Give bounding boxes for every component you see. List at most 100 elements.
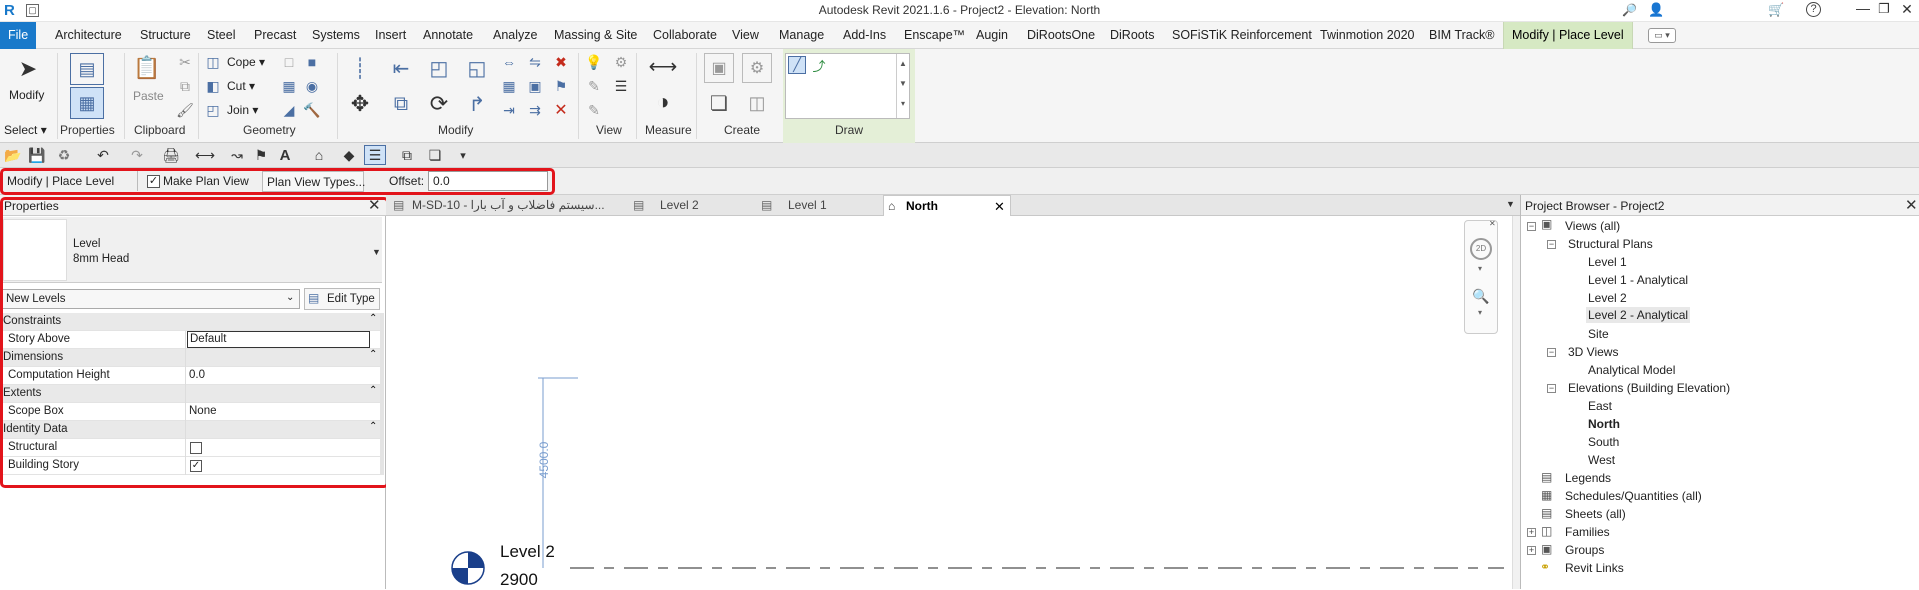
- create-similar-icon[interactable]: ❏: [704, 87, 734, 119]
- cart-icon[interactable]: 🛒: [1768, 2, 1784, 18]
- paint-icon[interactable]: ◉: [303, 77, 321, 95]
- expand-families-toggle[interactable]: +: [1527, 528, 1536, 537]
- dimension-text[interactable]: 4500.0: [537, 435, 551, 485]
- unjoin-icon[interactable]: □: [280, 53, 298, 71]
- trim-extend-corner-icon[interactable]: ↱: [461, 89, 493, 119]
- cope-button[interactable]: Cope ▾: [227, 55, 265, 69]
- view-tab-level-2[interactable]: ▤ Level 2: [630, 195, 750, 216]
- 3d-view-icon[interactable]: ⌂: [306, 146, 332, 164]
- tree-legends[interactable]: Legends: [1565, 471, 1611, 485]
- tree-sheets[interactable]: Sheets (all): [1565, 507, 1626, 521]
- tab-manage[interactable]: Manage: [779, 22, 824, 49]
- tab-systems[interactable]: Systems: [312, 22, 360, 49]
- print-icon[interactable]: 🖨: [162, 146, 180, 164]
- trim-extend-single-icon[interactable]: ⇥: [500, 101, 518, 119]
- override-graphics-icon[interactable]: ⚙: [612, 53, 630, 71]
- undo-icon[interactable]: ↶: [92, 146, 114, 164]
- tab-view[interactable]: View: [732, 22, 759, 49]
- cut-geometry-icon[interactable]: ◧: [204, 77, 222, 95]
- level-name-label[interactable]: Level 2: [500, 542, 555, 562]
- ribbon-display-toggle-icon[interactable]: ▭ ▾: [1648, 28, 1676, 43]
- tree-revit-links[interactable]: Revit Links: [1565, 561, 1624, 575]
- cut-profile-icon[interactable]: ✎: [585, 101, 603, 119]
- tab-collaborate[interactable]: Collaborate: [653, 22, 717, 49]
- delete-icon[interactable]: ✕: [552, 101, 570, 119]
- tree-3d-views[interactable]: 3D Views: [1568, 345, 1618, 359]
- tab-file[interactable]: File: [0, 22, 37, 49]
- select-dropdown[interactable]: Select ▾: [4, 123, 47, 137]
- create-assembly-icon[interactable]: ▣: [704, 53, 734, 83]
- tab-massing-site[interactable]: Massing & Site: [554, 22, 637, 49]
- line-draw-icon[interactable]: ╱: [788, 56, 806, 74]
- view-tab-north[interactable]: ⌂ North ✕: [883, 195, 1011, 216]
- cope-icon[interactable]: ◫: [204, 53, 222, 71]
- tab-sofistik-reinforcement[interactable]: SOFiSTiK Reinforcement: [1172, 22, 1312, 49]
- copy-element-icon[interactable]: ⧉: [385, 89, 417, 119]
- user-icon[interactable]: 👤: [1648, 2, 1664, 18]
- paste-icon[interactable]: 📋: [133, 53, 161, 83]
- tree-level-2-analytical[interactable]: Level 2 - Analytical: [1586, 307, 1691, 323]
- tab-annotate[interactable]: Annotate: [423, 22, 473, 49]
- aligned-dimension-icon[interactable]: ↝: [228, 146, 246, 164]
- tab-structure[interactable]: Structure: [140, 22, 191, 49]
- tree-analytical-model[interactable]: Analytical Model: [1588, 363, 1675, 377]
- view-tab-m-sd-10[interactable]: ▤ M-SD-10 - سیستم فاضلاب و آب بارا...: [390, 195, 622, 216]
- draw-gallery-scroll[interactable]: ▲ ▼ ▾: [896, 54, 909, 118]
- tab-precast[interactable]: Precast: [254, 22, 296, 49]
- expand-3d-views-toggle[interactable]: −: [1547, 348, 1556, 357]
- section-icon[interactable]: ◆: [340, 146, 358, 164]
- split-element-icon[interactable]: ⇔: [500, 53, 518, 71]
- modify-button[interactable]: Modify: [9, 88, 44, 102]
- switch-join-icon[interactable]: ■: [303, 53, 321, 71]
- unpin-x-icon[interactable]: ✖: [552, 53, 570, 71]
- tree-structural-plans[interactable]: Structural Plans: [1568, 237, 1653, 251]
- tab-insert[interactable]: Insert: [375, 22, 406, 49]
- thin-lines-qat-icon[interactable]: ☰: [364, 145, 386, 165]
- tree-north[interactable]: North: [1588, 417, 1620, 431]
- drawing-area[interactable]: ✕ 2D ▾ 🔍 ▾ 4500.0 Level 2 2900: [386, 216, 1520, 589]
- type-properties-icon[interactable]: ▦: [70, 87, 104, 119]
- tree-east[interactable]: East: [1588, 399, 1612, 413]
- expand-structural-plans-toggle[interactable]: −: [1547, 240, 1556, 249]
- split-gap-icon[interactable]: ⇋: [526, 53, 544, 71]
- help-icon[interactable]: ?: [1806, 2, 1821, 17]
- open-icon[interactable]: 📂: [4, 146, 22, 164]
- copy-icon[interactable]: ⧉: [176, 77, 194, 95]
- tree-families[interactable]: Families: [1565, 525, 1610, 539]
- tree-level-1[interactable]: Level 1: [1588, 255, 1627, 269]
- pin-icon[interactable]: ⚑: [552, 77, 570, 95]
- tab-analyze[interactable]: Analyze: [493, 22, 537, 49]
- tree-elevations[interactable]: Elevations (Building Elevation): [1568, 381, 1730, 395]
- tab-diroots[interactable]: DiRoots: [1110, 22, 1154, 49]
- tab-augin[interactable]: Augin: [976, 22, 1008, 49]
- create-parts-icon[interactable]: ⚙: [742, 53, 772, 83]
- paste-button[interactable]: Paste: [133, 89, 164, 103]
- hide-in-view-icon[interactable]: 💡: [585, 53, 603, 71]
- tab-overflow-icon[interactable]: ▼: [1506, 199, 1515, 209]
- tab-add-ins[interactable]: Add-Ins: [843, 22, 886, 49]
- view-tab-level-1[interactable]: ▤ Level 1: [758, 195, 878, 216]
- cut-button[interactable]: Cut ▾: [227, 79, 255, 93]
- measure-icon[interactable]: ⟷: [646, 53, 680, 79]
- tab-enscape[interactable]: Enscape™: [904, 22, 965, 49]
- save-icon[interactable]: 💾: [28, 146, 46, 164]
- wall-joins-icon[interactable]: ◢: [280, 101, 298, 119]
- demolish-icon[interactable]: 🔨: [303, 101, 321, 119]
- tree-schedules[interactable]: Schedules/Quantities (all): [1565, 489, 1702, 503]
- create-group-icon[interactable]: ◫: [742, 87, 772, 119]
- split-face-icon[interactable]: ▦: [280, 77, 298, 95]
- pick-lines-icon[interactable]: ⤴: [810, 56, 828, 74]
- tag-icon[interactable]: ⚑: [252, 146, 270, 164]
- dimension-icon[interactable]: ◑: [646, 85, 680, 119]
- join-button[interactable]: Join ▾: [227, 103, 258, 117]
- array-icon[interactable]: ▦: [500, 77, 518, 95]
- switch-windows-icon[interactable]: ❏: [422, 146, 448, 164]
- close-icon[interactable]: ✕: [1897, 1, 1917, 21]
- restore-icon[interactable]: ❐: [1874, 1, 1894, 21]
- tab-modify-place-level[interactable]: Modify | Place Level: [1503, 22, 1633, 49]
- minimize-icon[interactable]: —: [1853, 0, 1873, 20]
- tree-site[interactable]: Site: [1588, 327, 1609, 341]
- linework-icon[interactable]: ✎: [585, 77, 603, 95]
- search-icon[interactable]: 🔎: [1622, 3, 1637, 17]
- mirror-draw-axis-icon[interactable]: ◱: [461, 53, 493, 83]
